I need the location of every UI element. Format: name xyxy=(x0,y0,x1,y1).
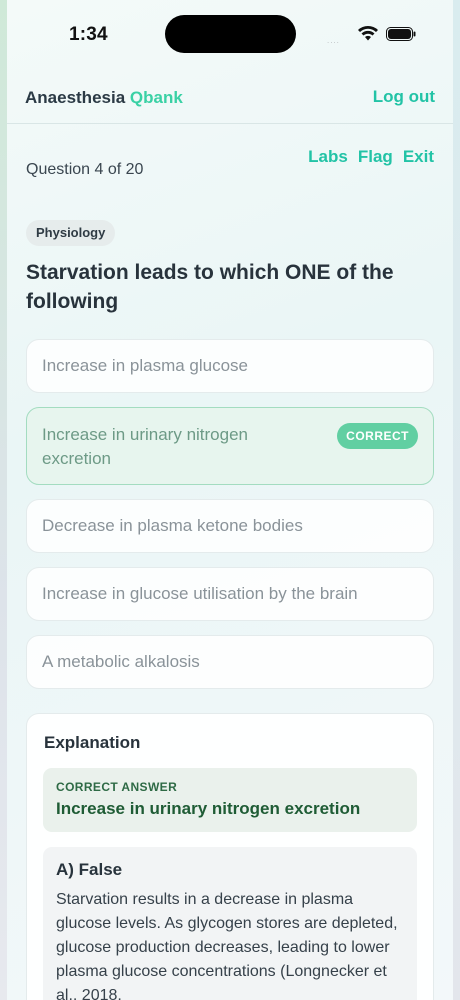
question-counter: Question 4 of 20 xyxy=(26,161,144,178)
battery-icon xyxy=(386,27,416,41)
logout-button[interactable]: Log out xyxy=(373,87,435,107)
option-b[interactable]: Increase in urinary nitrogen excretion C… xyxy=(26,407,434,485)
labs-button[interactable]: Labs xyxy=(308,147,348,167)
signal-dots: .... xyxy=(327,36,340,45)
topic-tag: Physiology xyxy=(26,220,116,246)
option-label: A metabolic alkalosis xyxy=(42,652,200,671)
correct-answer-value: Increase in urinary nitrogen excretion xyxy=(56,799,361,818)
correct-answer-label: CORRECT ANSWER xyxy=(56,780,178,794)
option-a[interactable]: Increase in plasma glucose xyxy=(26,339,434,393)
correct-badge: CORRECT xyxy=(337,423,418,449)
flag-button[interactable]: Flag xyxy=(358,147,393,167)
explanation-title: Explanation xyxy=(44,733,141,752)
status-time: 1:34 xyxy=(69,24,108,45)
dynamic-island xyxy=(165,15,296,53)
brand-accent: Qbank xyxy=(129,88,183,107)
question-text: Starvation leads to which ONE of the fol… xyxy=(26,261,394,313)
option-c[interactable]: Decrease in plasma ketone bodies xyxy=(26,499,434,553)
status-bar: 1:34 .... xyxy=(0,0,460,68)
correct-answer-box: CORRECT ANSWER Increase in urinary nitro… xyxy=(43,768,417,832)
app-screen: 1:34 .... Anaesthesia Qbank Log out Ques… xyxy=(0,0,460,1000)
option-label: Decrease in plasma ketone bodies xyxy=(42,516,303,535)
question-actions: Labs Flag Exit xyxy=(308,147,434,167)
right-edge xyxy=(453,0,460,1000)
option-label: Increase in plasma glucose xyxy=(42,356,249,375)
option-label: Increase in urinary nitrogen excretion xyxy=(42,425,249,468)
option-explanation-a: A) False Starvation results in a decreas… xyxy=(43,847,417,1000)
app-header: Anaesthesia Qbank Log out xyxy=(7,68,453,124)
option-explanation-title: A) False xyxy=(56,860,123,879)
option-explanation-text: Starvation results in a decrease in plas… xyxy=(56,891,398,1000)
wifi-icon xyxy=(358,26,378,41)
option-label: Increase in glucose utilisation by the b… xyxy=(42,584,358,603)
option-d[interactable]: Increase in glucose utilisation by the b… xyxy=(26,567,434,621)
left-edge xyxy=(0,0,7,1000)
explanation-card: Explanation CORRECT ANSWER Increase in u… xyxy=(26,713,434,1000)
exit-button[interactable]: Exit xyxy=(403,147,434,167)
option-e[interactable]: A metabolic alkalosis xyxy=(26,635,434,689)
app-brand: Anaesthesia Qbank xyxy=(25,88,183,108)
brand-main: Anaesthesia xyxy=(25,88,130,107)
